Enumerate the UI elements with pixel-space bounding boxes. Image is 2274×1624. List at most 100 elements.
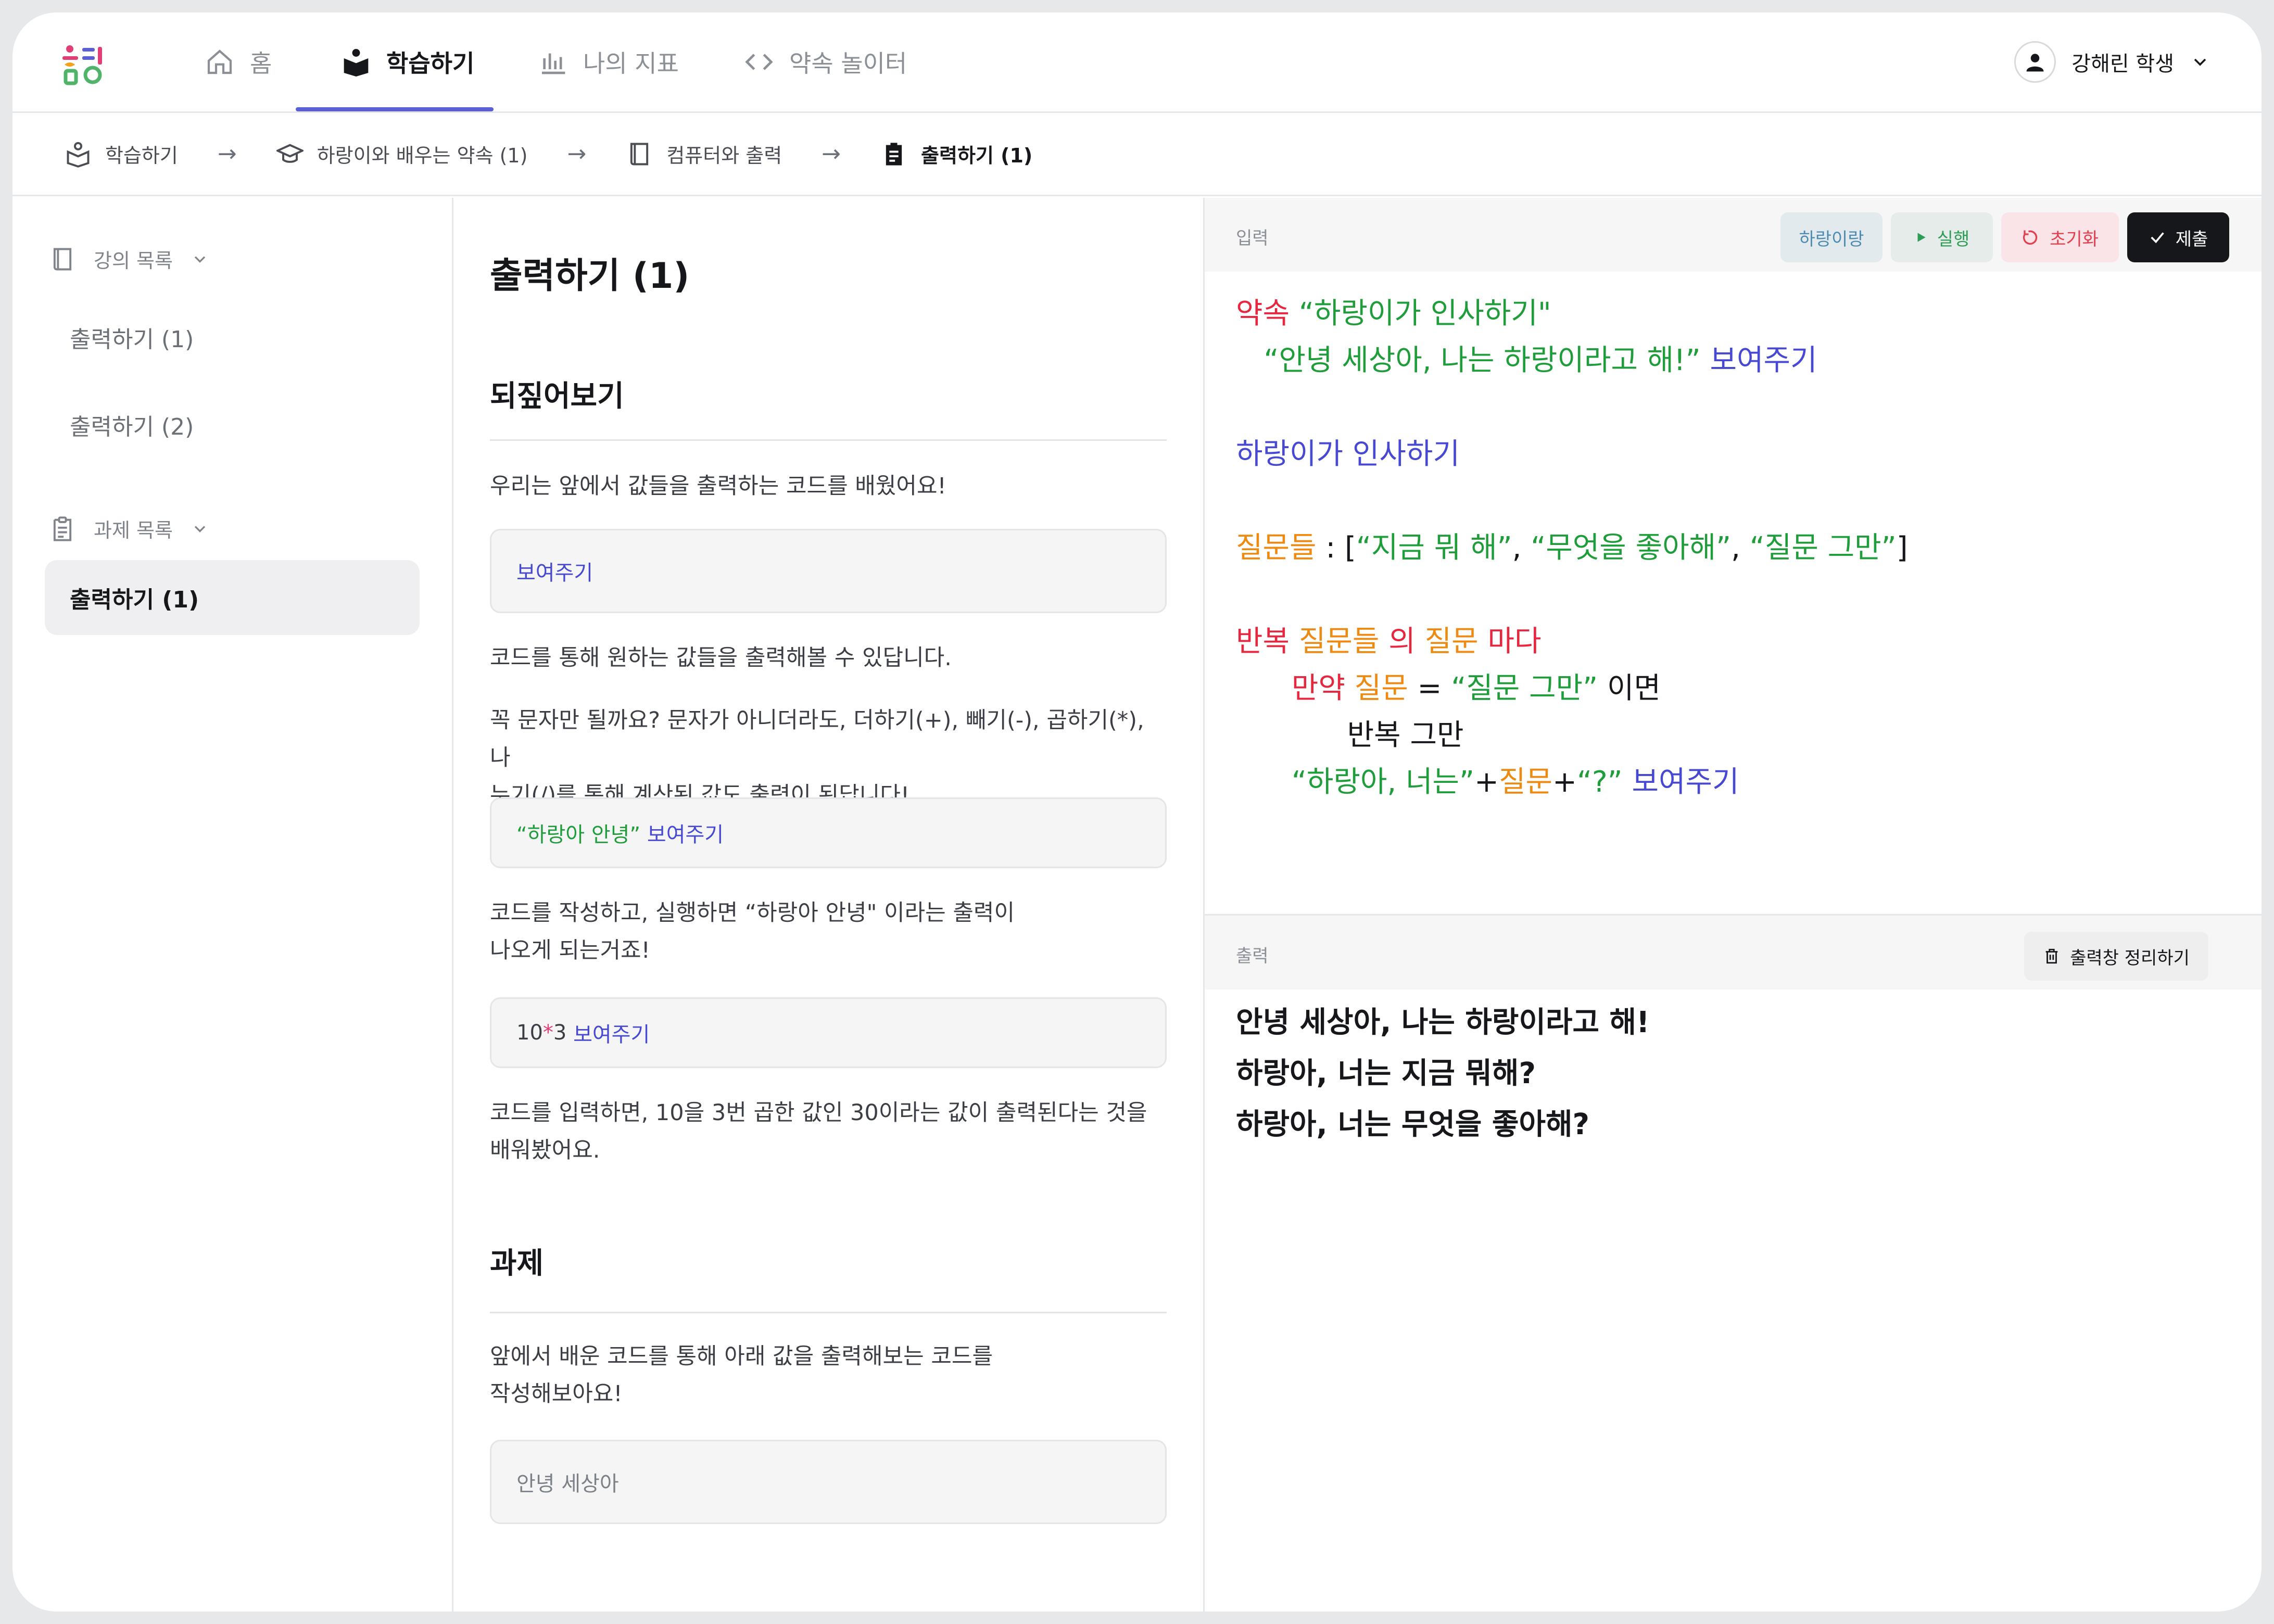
nav-tab-label: 홈 bbox=[250, 49, 272, 78]
code-keyword: 약속 bbox=[1236, 297, 1290, 331]
nav-tab-label: 학습하기 bbox=[386, 49, 475, 78]
sidebar-item-task-1[interactable]: 출력하기 (1) bbox=[45, 560, 420, 635]
breadcrumb-item-chapter[interactable]: 컴퓨터와 출력 bbox=[626, 139, 782, 168]
reset-button[interactable]: 초기화 bbox=[2001, 212, 2119, 262]
code-input[interactable]: 약속 “하랑이가 인사하기" “안녕 세상아, 나는 하랑이라고 해!” 보여주… bbox=[1236, 290, 1908, 806]
paragraph-line: 꼭 문자만 될까요? 문자가 아니더라도, 더하기(+), 빼기(-), 곱하기… bbox=[490, 707, 1144, 771]
code-string: “질문 그만” bbox=[1451, 671, 1598, 705]
code-keyword: 반복 그만 bbox=[1347, 718, 1464, 752]
code-line: 약속 “하랑이가 인사하기" bbox=[1236, 290, 1908, 337]
code-call: 하랑이가 인사하기 bbox=[1236, 437, 1460, 471]
user-icon bbox=[2026, 54, 2044, 72]
paragraph-line: 작성해보아요! bbox=[490, 1381, 623, 1407]
arrow-right-icon: → bbox=[567, 141, 587, 167]
code-line: “안녕 세상아, 나는 하랑이라고 해!” 보여주기 bbox=[1236, 337, 1908, 384]
active-tab-indicator bbox=[296, 107, 494, 111]
reset-icon bbox=[2023, 230, 2038, 245]
review-heading: 되짚어보기 bbox=[490, 379, 624, 413]
code-number: 3 bbox=[553, 1021, 567, 1045]
bar-chart-icon bbox=[542, 53, 565, 74]
code-number: 10 bbox=[516, 1021, 543, 1045]
output-console: 안녕 세상아, 나는 하랑이라고 해! 하랑아, 너는 지금 뭐해? 하랑아, … bbox=[1236, 997, 1650, 1150]
nav-tab-playground[interactable]: 약속 놀이터 bbox=[744, 12, 907, 111]
code-variable: 질문들 bbox=[1236, 531, 1317, 565]
output-line: 하랑아, 너는 무엇을 좋아해? bbox=[1236, 1108, 1589, 1141]
code-icon bbox=[745, 54, 773, 70]
code-string: “질문 그만” bbox=[1749, 531, 1897, 565]
breadcrumb-label: 학습하기 bbox=[105, 144, 178, 167]
paragraph: 우리는 앞에서 값들을 출력하는 코드를 배웠어요! bbox=[490, 473, 946, 499]
book-icon bbox=[53, 248, 72, 270]
book-reader-icon bbox=[344, 49, 369, 77]
input-label: 입력 bbox=[1236, 228, 1269, 249]
tasks-header-label: 과제 목록 bbox=[94, 519, 173, 542]
code-operator: + bbox=[1474, 765, 1499, 799]
paragraph: 코드를 통해 원하는 값들을 출력해볼 수 있답니다. bbox=[490, 645, 952, 671]
code-example: 보여주기 bbox=[490, 529, 1167, 613]
tasks-header[interactable]: 과제 목록 bbox=[49, 514, 209, 543]
code-keyword: 이면 bbox=[1598, 671, 1661, 705]
harang-logo[interactable] bbox=[59, 43, 117, 86]
code-line: “하랑아, 너는”+질문+“?” 보여주기 bbox=[1236, 759, 1908, 806]
code-line: 반복 질문들 의 질문 마다 bbox=[1236, 618, 1908, 665]
code-editor-panel: 입력 하랑이랑 실행 초기화 제출 약속 “하랑이가 인사하기" “안녕 세상아… bbox=[1205, 198, 2262, 1612]
clear-output-button[interactable]: 출력창 정리하기 bbox=[2024, 932, 2208, 981]
lectures-header[interactable]: 강의 목록 bbox=[49, 245, 209, 273]
user-name: 강해린 학생 bbox=[2071, 52, 2174, 76]
breadcrumb-label: 하랑이와 배우는 약속 (1) bbox=[317, 144, 528, 167]
paragraph-line: 코드를 작성하고, 실행하면 “하랑아 안녕" 이라는 출력이 bbox=[490, 900, 1015, 926]
nav-tab-label: 나의 지표 bbox=[583, 49, 679, 78]
nav-tab-stats[interactable]: 나의 지표 bbox=[538, 12, 679, 111]
code-keyword: 만약 bbox=[1291, 671, 1345, 705]
output-label: 출력 bbox=[1236, 946, 1269, 967]
output-line: 하랑아, 너는 지금 뭐해? bbox=[1236, 1057, 1536, 1090]
breadcrumb-item-study[interactable]: 학습하기 bbox=[65, 139, 178, 168]
code-example: 10 * 3 보여주기 bbox=[490, 997, 1167, 1068]
chevron-down-icon bbox=[194, 256, 206, 263]
breadcrumb-item-course[interactable]: 하랑이와 배우는 약속 (1) bbox=[276, 139, 528, 168]
avatar bbox=[2014, 41, 2056, 83]
code-string: “지금 뭐 해” bbox=[1356, 531, 1512, 565]
arrow-right-icon: → bbox=[217, 141, 237, 167]
paragraph-line: 코드를 입력하면, 10을 3번 곱한 값인 30이라는 값이 출력된다는 것을 bbox=[490, 1100, 1147, 1126]
code-keyword: 보여주기 bbox=[573, 1023, 650, 1047]
button-label: 출력창 정리하기 bbox=[2070, 947, 2190, 969]
nav-tab-label: 약속 놀이터 bbox=[789, 49, 907, 78]
code-variable: 질문들 bbox=[1298, 625, 1380, 658]
code-keyword: 마다 bbox=[1487, 625, 1542, 658]
code-variable: 질문 bbox=[1424, 625, 1479, 658]
trash-icon bbox=[2045, 948, 2058, 964]
code-line: 반복 그만 bbox=[1236, 712, 1908, 759]
paragraph: 앞에서 배운 코드를 통해 아래 값을 출력해보는 코드를 작성해보아요! bbox=[490, 1338, 1167, 1413]
nav-tab-study[interactable]: 학습하기 bbox=[342, 12, 474, 111]
app-window: 홈 학습하기 나의 지표 약속 놀이터 강해린 학생 학습하기 → 하랑이와 배… bbox=[12, 12, 2262, 1612]
code-punct: ] bbox=[1896, 531, 1908, 565]
clipboard-list-icon bbox=[53, 516, 72, 541]
sidebar-item-lecture-1[interactable]: 출력하기 (1) bbox=[70, 321, 194, 354]
clipboard-icon bbox=[886, 142, 902, 166]
play-icon bbox=[1917, 233, 1926, 242]
nav-tab-home[interactable]: 홈 bbox=[205, 12, 272, 111]
submit-button[interactable]: 제출 bbox=[2127, 212, 2229, 262]
paragraph: 코드를 입력하면, 10을 3번 곱한 값인 30이라는 값이 출력된다는 것을… bbox=[490, 1094, 1167, 1169]
paragraph-line: 나오게 되는거죠! bbox=[490, 937, 650, 963]
divider bbox=[490, 1312, 1167, 1313]
top-nav: 홈 학습하기 나의 지표 약속 놀이터 강해린 학생 bbox=[12, 12, 2262, 113]
code-line: 하랑이가 인사하기 bbox=[1236, 431, 1908, 478]
code-line: 질문들 : [“지금 뭐 해”, “무엇을 좋아해”, “질문 그만”] bbox=[1236, 525, 1908, 572]
sidebar-item-lecture-2[interactable]: 출력하기 (2) bbox=[70, 408, 194, 441]
sidebar: 강의 목록 출력하기 (1) 출력하기 (2) 과제 목록 출력하기 (1) bbox=[12, 198, 453, 1612]
code-string: “안녕 세상아, 나는 하랑이라고 해!” bbox=[1264, 344, 1701, 377]
button-label: 하랑이랑 bbox=[1799, 229, 1864, 250]
code-operator: + bbox=[1552, 765, 1577, 799]
breadcrumb-label: 컴퓨터와 출력 bbox=[666, 144, 782, 167]
harang-button[interactable]: 하랑이랑 bbox=[1780, 212, 1883, 262]
button-label: 실행 bbox=[1937, 229, 1970, 250]
user-menu[interactable]: 강해린 학생 bbox=[2014, 12, 2210, 111]
code-keyword: 보여주기 bbox=[1710, 344, 1817, 377]
code-keyword: 보여주기 bbox=[516, 561, 593, 585]
run-button[interactable]: 실행 bbox=[1891, 212, 1993, 262]
